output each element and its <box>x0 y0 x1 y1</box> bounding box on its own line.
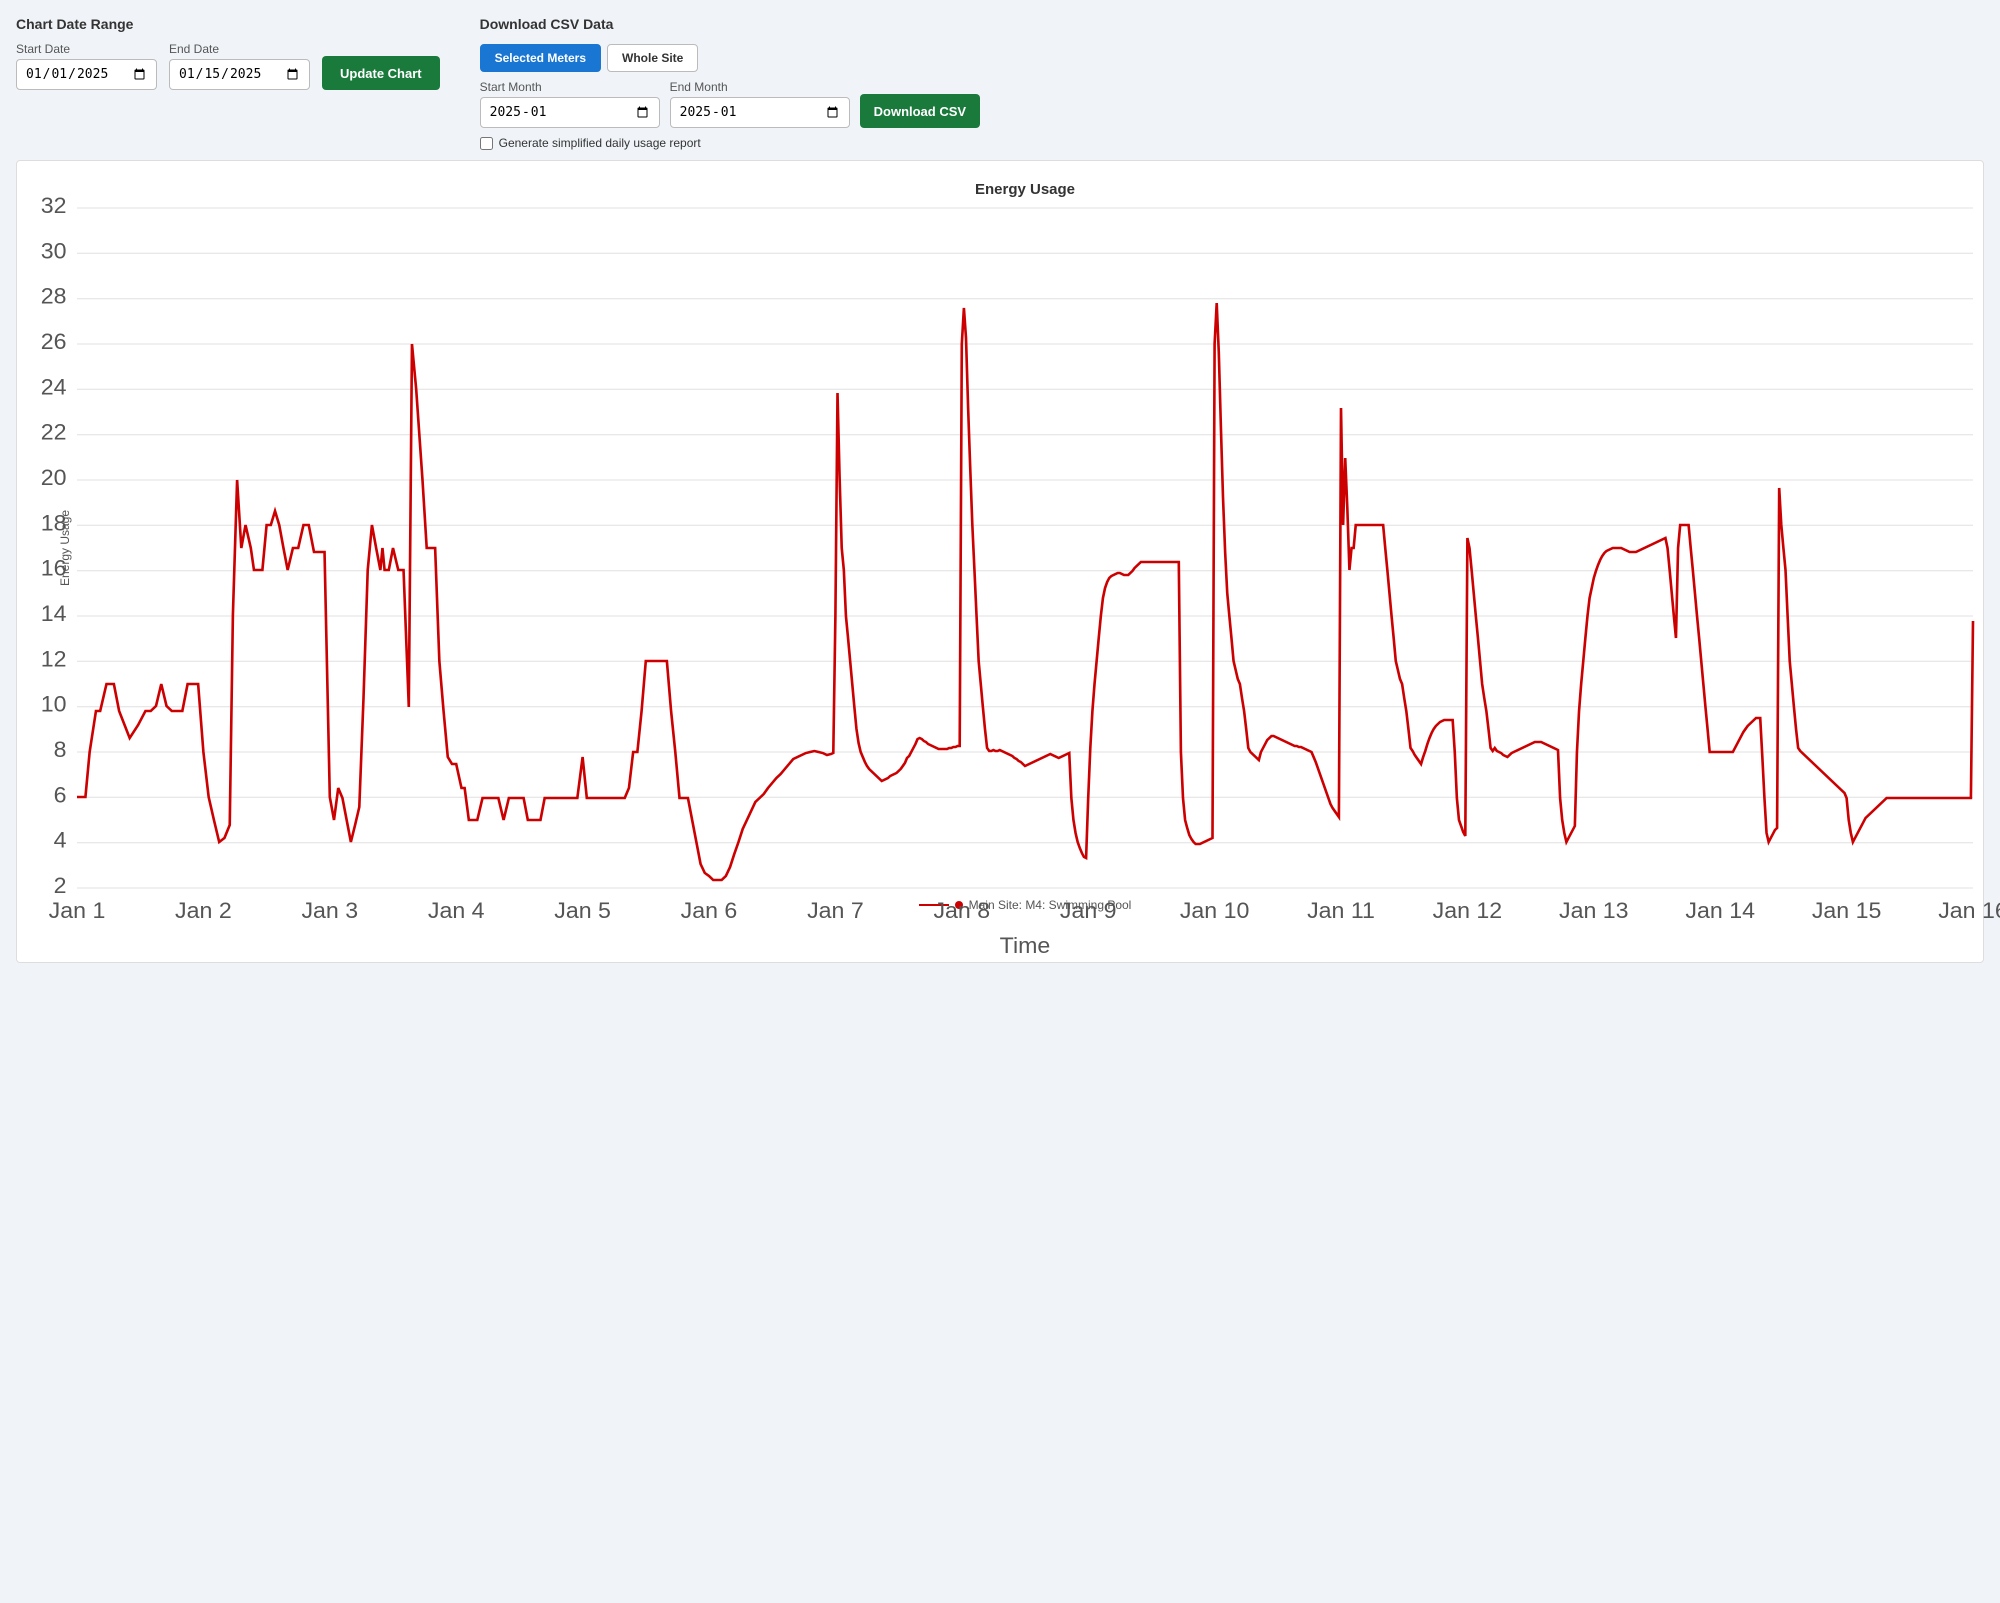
svg-text:Jan 16: Jan 16 <box>1938 899 2000 923</box>
svg-text:Jan 8: Jan 8 <box>933 899 990 923</box>
svg-text:Jan 2: Jan 2 <box>175 899 232 923</box>
chart-svg: .grid-line { stroke: #e0e0e0; stroke-wid… <box>77 208 1973 888</box>
svg-text:10: 10 <box>41 692 67 716</box>
update-chart-button[interactable]: Update Chart <box>322 56 440 90</box>
start-date-input[interactable] <box>16 59 157 90</box>
end-date-input[interactable] <box>169 59 310 90</box>
simplified-report-checkbox[interactable] <box>480 137 493 150</box>
end-date-label: End Date <box>169 42 310 56</box>
svg-text:6: 6 <box>54 783 67 807</box>
csv-section-title: Download CSV Data <box>480 16 980 32</box>
svg-text:8: 8 <box>54 738 67 762</box>
end-month-label: End Month <box>670 80 850 94</box>
svg-text:4: 4 <box>54 828 67 852</box>
svg-text:Jan 3: Jan 3 <box>301 899 358 923</box>
svg-text:Jan 13: Jan 13 <box>1559 899 1629 923</box>
chart-title: Energy Usage <box>77 181 1973 198</box>
svg-text:Jan 7: Jan 7 <box>807 899 864 923</box>
svg-text:Time: Time <box>1000 934 1051 958</box>
svg-text:26: 26 <box>41 330 67 354</box>
svg-text:30: 30 <box>41 239 67 263</box>
chart-area: Energy Usage .grid-line { stroke: #e0e0e… <box>77 208 1973 888</box>
start-month-label: Start Month <box>480 80 660 94</box>
download-csv-button[interactable]: Download CSV <box>860 94 980 128</box>
svg-text:2: 2 <box>54 874 67 898</box>
svg-text:Jan 6: Jan 6 <box>681 899 738 923</box>
svg-text:Jan 14: Jan 14 <box>1685 899 1755 923</box>
y-axis-label: Energy Usage <box>58 510 72 586</box>
start-date-label: Start Date <box>16 42 157 56</box>
selected-meters-tab[interactable]: Selected Meters <box>480 44 601 72</box>
chart-container: Energy Usage Energy Usage .grid-line { s… <box>16 160 1984 963</box>
svg-text:Jan 4: Jan 4 <box>428 899 485 923</box>
svg-text:Jan 1: Jan 1 <box>49 899 106 923</box>
svg-text:14: 14 <box>41 602 67 626</box>
svg-text:Jan 12: Jan 12 <box>1433 899 1503 923</box>
end-month-input[interactable] <box>670 97 850 128</box>
svg-text:22: 22 <box>41 420 67 444</box>
svg-text:28: 28 <box>41 284 67 308</box>
svg-text:24: 24 <box>41 375 67 399</box>
svg-text:Jan 15: Jan 15 <box>1812 899 1882 923</box>
svg-text:20: 20 <box>41 466 67 490</box>
svg-text:12: 12 <box>41 647 67 671</box>
chart-section-title: Chart Date Range <box>16 16 440 32</box>
simplified-report-label: Generate simplified daily usage report <box>499 136 701 150</box>
svg-text:Jan 10: Jan 10 <box>1180 899 1250 923</box>
svg-text:Jan 11: Jan 11 <box>1307 899 1375 923</box>
whole-site-tab[interactable]: Whole Site <box>607 44 698 72</box>
svg-text:Jan 9: Jan 9 <box>1060 899 1117 923</box>
svg-text:32: 32 <box>41 194 67 218</box>
svg-text:Jan 5: Jan 5 <box>554 899 611 923</box>
start-month-input[interactable] <box>480 97 660 128</box>
